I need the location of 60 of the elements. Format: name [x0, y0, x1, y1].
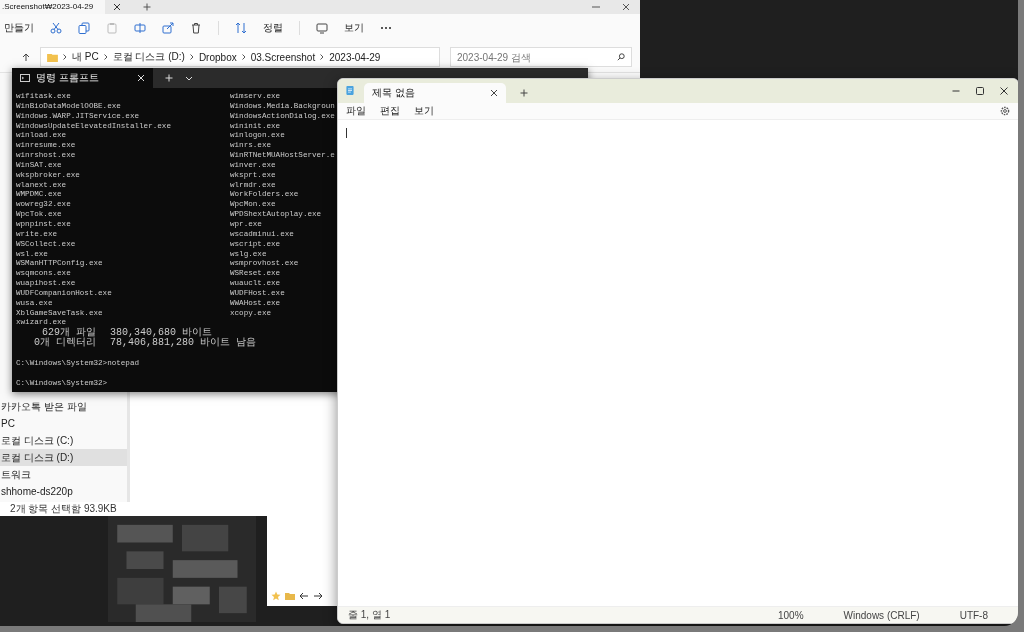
- sidebar-item[interactable]: 로컬 디스크 (C:): [0, 432, 127, 449]
- sidebar-item[interactable]: 로컬 디스크 (D:): [0, 449, 127, 466]
- chevron-icon: [241, 54, 246, 60]
- sidebar-item[interactable]: shhome-ds220p: [0, 483, 127, 500]
- text-cursor: [346, 128, 347, 138]
- search-icon[interactable]: [617, 53, 625, 61]
- chevron-icon: [320, 54, 325, 60]
- sort-button[interactable]: 정렬: [263, 21, 283, 35]
- zoom-level: 100%: [777, 609, 804, 621]
- copy-icon[interactable]: [78, 22, 90, 34]
- add-tab-icon[interactable]: [520, 89, 528, 97]
- close-icon[interactable]: [1000, 87, 1008, 95]
- document-tab[interactable]: 제목 없음: [364, 83, 506, 103]
- add-tab-icon[interactable]: [143, 3, 152, 11]
- share-icon[interactable]: [162, 22, 174, 34]
- minimize-icon[interactable]: [952, 87, 960, 95]
- scissors-icon[interactable]: [50, 22, 62, 34]
- star-icon[interactable]: [271, 591, 281, 601]
- close-icon[interactable]: [113, 3, 122, 11]
- sidebar-item[interactable]: 카카오톡 받은 파일: [0, 398, 127, 415]
- breadcrumb-item[interactable]: 03.Screenshot: [250, 51, 316, 63]
- notepad-icon: [346, 85, 354, 96]
- menu-item[interactable]: 보기: [414, 104, 434, 118]
- right-arrow-icon[interactable]: [313, 591, 323, 601]
- terminal-icon: [20, 73, 30, 83]
- breadcrumb-item[interactable]: Dropbox: [198, 51, 237, 63]
- left-arrow-icon[interactable]: [299, 591, 309, 601]
- close-icon[interactable]: [622, 3, 630, 11]
- chevron-icon: [103, 54, 108, 60]
- maximize-icon[interactable]: [976, 87, 984, 95]
- search-field[interactable]: 2023-04-29 검색: [450, 47, 632, 67]
- view-icon[interactable]: [316, 22, 328, 34]
- view-button[interactable]: 보기: [344, 21, 364, 35]
- folder-icon: [47, 52, 58, 62]
- line-ending: Windows (CRLF): [843, 609, 920, 621]
- menu-item[interactable]: 편집: [380, 104, 400, 118]
- menu-item[interactable]: 파일: [346, 104, 366, 118]
- sort-icon[interactable]: [235, 22, 247, 34]
- up-arrow-icon[interactable]: [22, 53, 30, 61]
- breadcrumb-item[interactable]: 2023-04-29: [329, 51, 381, 63]
- cursor-position: 줄 1, 열 1: [348, 608, 391, 622]
- summary-count: 0개 디렉터리: [33, 338, 96, 349]
- breadcrumb-item[interactable]: 로컬 디스크 (D:): [112, 50, 185, 64]
- summary-size: 78,406,881,280 바이트 남음: [110, 338, 256, 349]
- new-button[interactable]: 만들기: [4, 21, 34, 35]
- summary-size: 380,340,680 바이트: [110, 328, 212, 339]
- breadcrumb-item[interactable]: 내 PC: [72, 50, 99, 64]
- chevron-icon: [63, 54, 67, 60]
- explorer-tab[interactable]: .Screenshot₩2023-04-29: [0, 0, 106, 14]
- chevron-icon: [189, 54, 194, 60]
- trash-icon[interactable]: [190, 22, 202, 34]
- settings-icon[interactable]: [1000, 106, 1010, 116]
- sidebar-item[interactable]: 트워크: [0, 466, 127, 483]
- close-icon[interactable]: [490, 89, 498, 97]
- sidebar-item[interactable]: PC: [0, 415, 127, 432]
- terminal-tab[interactable]: 명령 프롬프트: [12, 68, 153, 88]
- dropdown-icon[interactable]: [185, 74, 193, 82]
- encoding: UTF-8: [959, 609, 988, 621]
- rename-icon[interactable]: [134, 22, 146, 34]
- address-bar[interactable]: 내 PC 로컬 디스크 (D:) Dropbox 03.Screenshot 2023-04-29: [40, 47, 440, 67]
